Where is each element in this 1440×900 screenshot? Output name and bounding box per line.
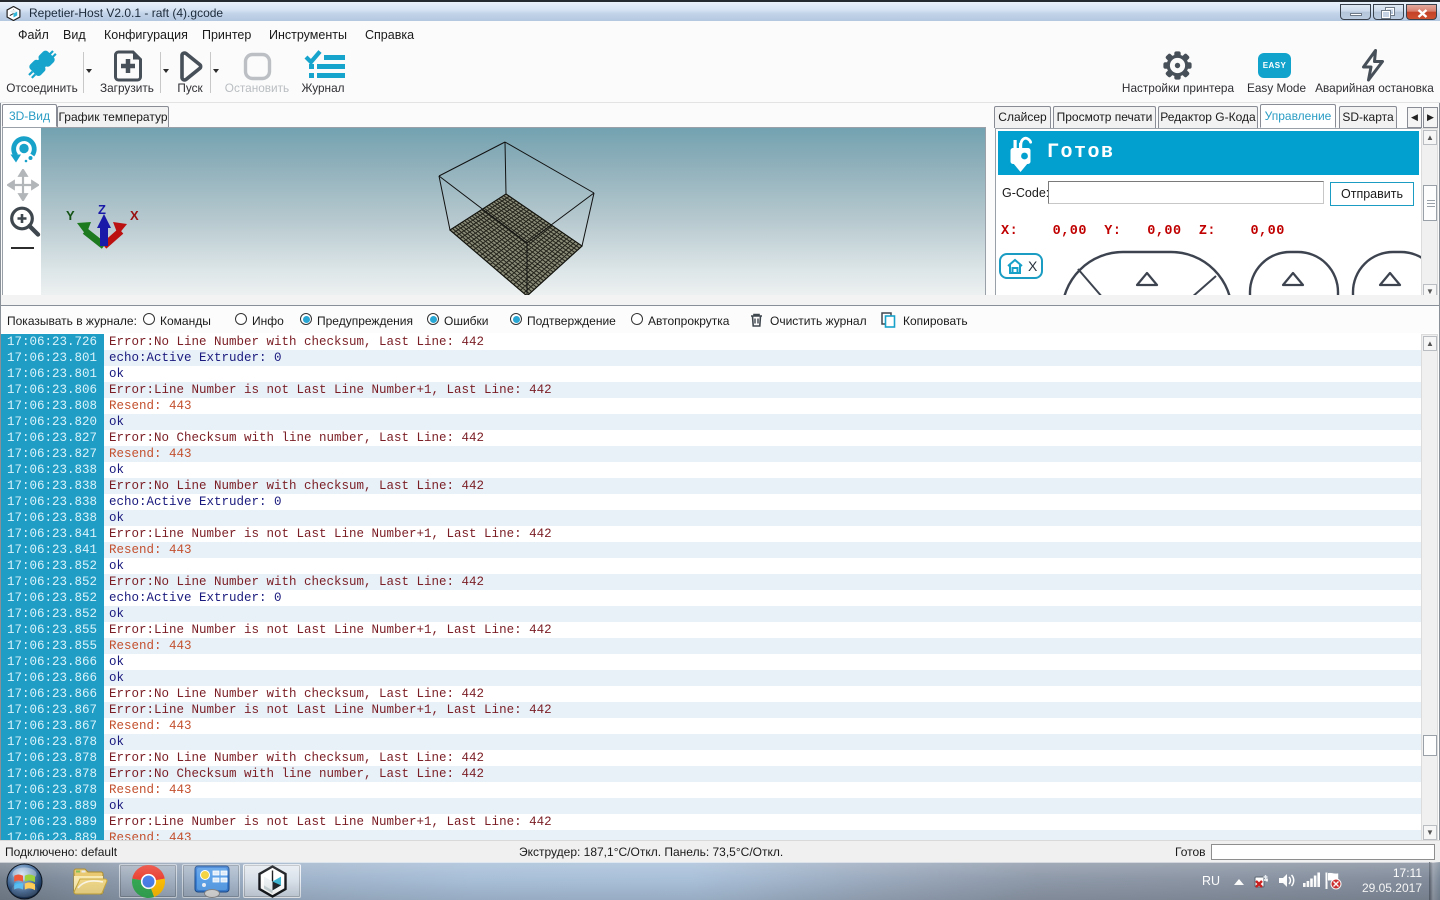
svg-text:X: X bbox=[130, 208, 139, 223]
svg-text:Z: Z bbox=[98, 202, 106, 217]
svg-text:Y: Y bbox=[66, 208, 75, 223]
